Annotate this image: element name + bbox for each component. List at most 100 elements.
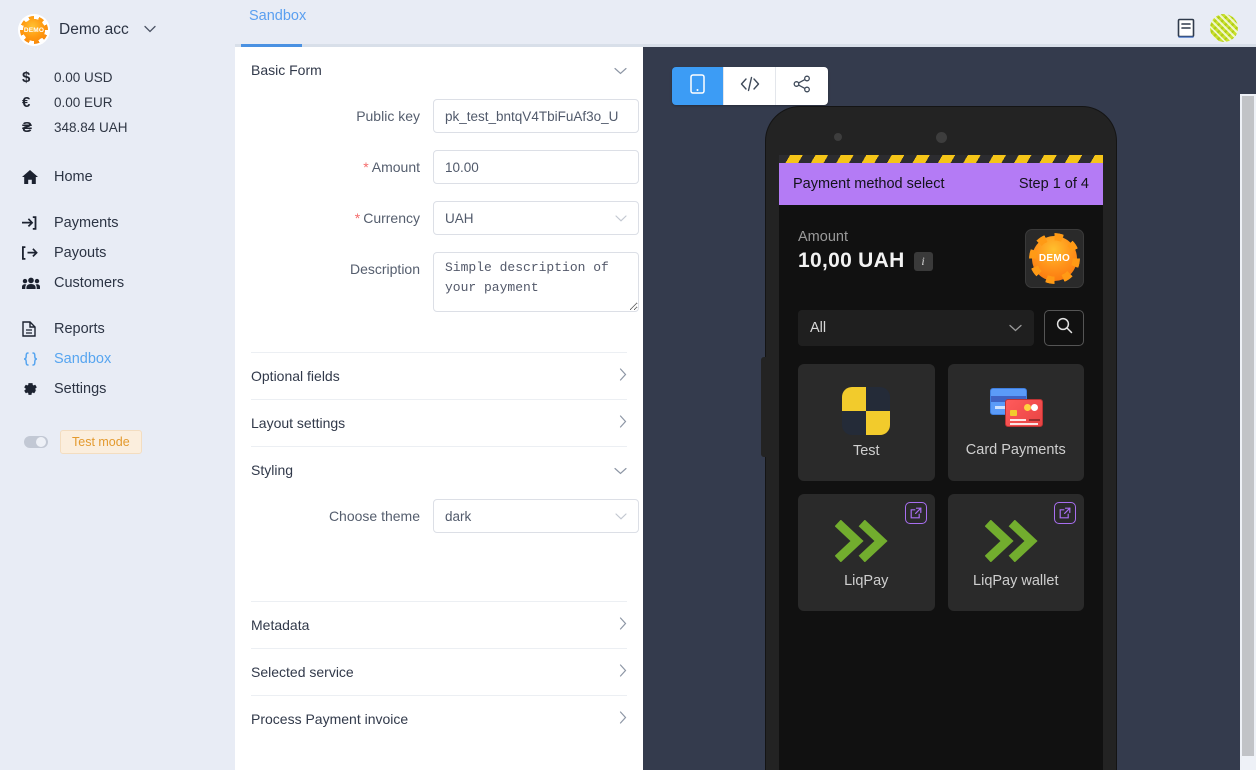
demo-badge-label: DEMO xyxy=(1038,253,1071,264)
field-label: * Currency xyxy=(354,210,420,226)
amount-block: Amount 10,00 UAH i DEMO xyxy=(779,205,1103,288)
sidebar-item-home[interactable]: Home xyxy=(0,162,235,192)
section-process-payment-invoice-header[interactable]: Process Payment invoice xyxy=(251,696,627,742)
payment-method-card-payments[interactable]: Card Payments xyxy=(947,364,1084,481)
section-selected-service-header[interactable]: Selected service xyxy=(251,649,627,695)
public-key-input[interactable] xyxy=(433,99,639,133)
amount-input[interactable] xyxy=(433,150,639,184)
tab-device-preview[interactable] xyxy=(672,67,724,105)
phone-mockup: Payment method select Step 1 of 4 Amount… xyxy=(761,107,1116,770)
section-title: Process Payment invoice xyxy=(251,711,409,727)
nav-group-tools: Reports Sandbox Settings xyxy=(0,314,235,404)
balance-value-uah: 348.84 UAH xyxy=(54,120,128,135)
mobile-icon xyxy=(690,73,705,99)
sidebar-item-payouts[interactable]: Payouts xyxy=(0,238,235,268)
chevron-down-icon xyxy=(614,463,627,478)
phone-sensor xyxy=(834,133,842,141)
amount-value: 10,00 UAH xyxy=(798,249,905,272)
customers-icon xyxy=(22,275,54,291)
chevron-right-icon xyxy=(619,711,627,727)
account-switcher[interactable]: DEMO Demo acc xyxy=(0,13,235,47)
account-avatar-label: DEMO xyxy=(23,26,45,34)
chevron-right-icon xyxy=(619,617,627,633)
field-description: Description xyxy=(251,252,639,317)
payment-method-liqpay[interactable]: LiqPay xyxy=(798,494,935,611)
user-avatar[interactable] xyxy=(1210,14,1238,42)
sidebar-item-label: Payments xyxy=(54,215,119,231)
payments-icon xyxy=(22,215,54,231)
section-title: Layout settings xyxy=(251,415,346,431)
main-area: Sandbox Basic Form Public key pk_test_bn… xyxy=(235,0,1256,770)
chevron-down-icon xyxy=(144,25,156,36)
balance-row: ₴ 348.84 UAH xyxy=(22,115,235,140)
currency-select[interactable]: UAH xyxy=(433,201,639,235)
sidebar: DEMO Demo acc $ 0.00 USD € 0.00 EUR ₴ 34… xyxy=(0,0,235,770)
balance-value-usd: 0.00 USD xyxy=(54,70,113,85)
payment-methods-grid: Test Card Payments LiqPay LiqPay wallet xyxy=(779,346,1103,611)
currency-select-value: UAH xyxy=(445,210,474,226)
method-filter-select[interactable]: All xyxy=(798,310,1034,346)
sidebar-item-customers[interactable]: Customers xyxy=(0,268,235,298)
chevron-down-icon xyxy=(1009,321,1022,335)
theme-select[interactable]: dark xyxy=(433,499,639,533)
section-optional-fields-header[interactable]: Optional fields xyxy=(251,353,627,399)
theme-select-value: dark xyxy=(445,508,472,524)
search-button[interactable] xyxy=(1044,310,1084,346)
warning-stripe xyxy=(779,155,1103,163)
payment-method-label: LiqPay xyxy=(844,572,889,589)
test-mode-toggle[interactable] xyxy=(24,436,48,448)
field-label: Description xyxy=(349,261,420,277)
code-icon xyxy=(740,76,760,97)
liqpay-chevrons-icon xyxy=(835,517,897,565)
sidebar-item-settings[interactable]: Settings xyxy=(0,374,235,404)
checkout-step-header: Payment method select Step 1 of 4 xyxy=(779,163,1103,205)
external-link-icon xyxy=(1054,502,1076,524)
payment-method-label: Test xyxy=(852,442,880,459)
payment-method-test[interactable]: Test xyxy=(798,364,935,481)
amount-label: Amount xyxy=(798,229,848,245)
sidebar-item-reports[interactable]: Reports xyxy=(0,314,235,344)
app-root: DEMO Demo acc $ 0.00 USD € 0.00 EUR ₴ 34… xyxy=(0,0,1256,770)
balance-value-eur: 0.00 EUR xyxy=(54,95,113,110)
tab-sandbox[interactable]: Sandbox xyxy=(241,8,314,36)
phone-camera xyxy=(936,132,947,143)
page-scrollbar[interactable] xyxy=(1240,94,1256,770)
section-title: Metadata xyxy=(251,617,310,633)
section-basic-form-header[interactable]: Basic Form xyxy=(251,47,627,93)
description-textarea[interactable] xyxy=(433,252,639,312)
tab-share[interactable] xyxy=(776,67,828,105)
section-title: Selected service xyxy=(251,664,354,680)
field-amount: * Amount xyxy=(251,150,639,184)
section-styling-body: Choose theme dark xyxy=(251,493,639,601)
chevron-down-icon xyxy=(615,211,627,225)
required-marker: * xyxy=(363,159,369,175)
field-label: Choose theme xyxy=(328,508,420,524)
reports-icon xyxy=(22,321,54,337)
section-styling-header[interactable]: Styling xyxy=(251,447,627,493)
field-label: * Amount xyxy=(363,159,420,175)
sidebar-item-sandbox[interactable]: Sandbox xyxy=(0,344,235,374)
page-scrollbar-thumb[interactable] xyxy=(1242,96,1254,756)
payment-method-liqpay-wallet[interactable]: LiqPay wallet xyxy=(947,494,1084,611)
book-icon[interactable] xyxy=(1176,18,1196,39)
sidebar-item-label: Home xyxy=(54,169,93,185)
section-metadata-header[interactable]: Metadata xyxy=(251,602,627,648)
preview-mode-tabs xyxy=(672,67,828,105)
credit-cards-icon xyxy=(988,387,1044,434)
currency-symbol-usd: $ xyxy=(22,69,31,86)
section-layout-settings-header[interactable]: Layout settings xyxy=(251,400,627,446)
section-title: Styling xyxy=(251,462,294,478)
sandbox-form-panel: Basic Form Public key *Amount xyxy=(235,47,643,770)
field-theme: Choose theme dark xyxy=(251,499,639,533)
sidebar-item-payments[interactable]: Payments xyxy=(0,208,235,238)
test-mode-row: Test mode xyxy=(0,430,235,454)
tab-code-view[interactable] xyxy=(724,67,776,105)
info-icon[interactable]: i xyxy=(913,251,933,271)
share-icon xyxy=(793,75,811,98)
chevron-right-icon xyxy=(619,664,627,680)
method-filter-row: All xyxy=(779,288,1103,346)
sidebar-item-label: Settings xyxy=(54,381,107,397)
step-title: Payment method select xyxy=(793,176,945,192)
payment-method-label: Card Payments xyxy=(965,441,1066,458)
section-basic-form-body: Public key *Amount *Currency xyxy=(251,93,639,352)
